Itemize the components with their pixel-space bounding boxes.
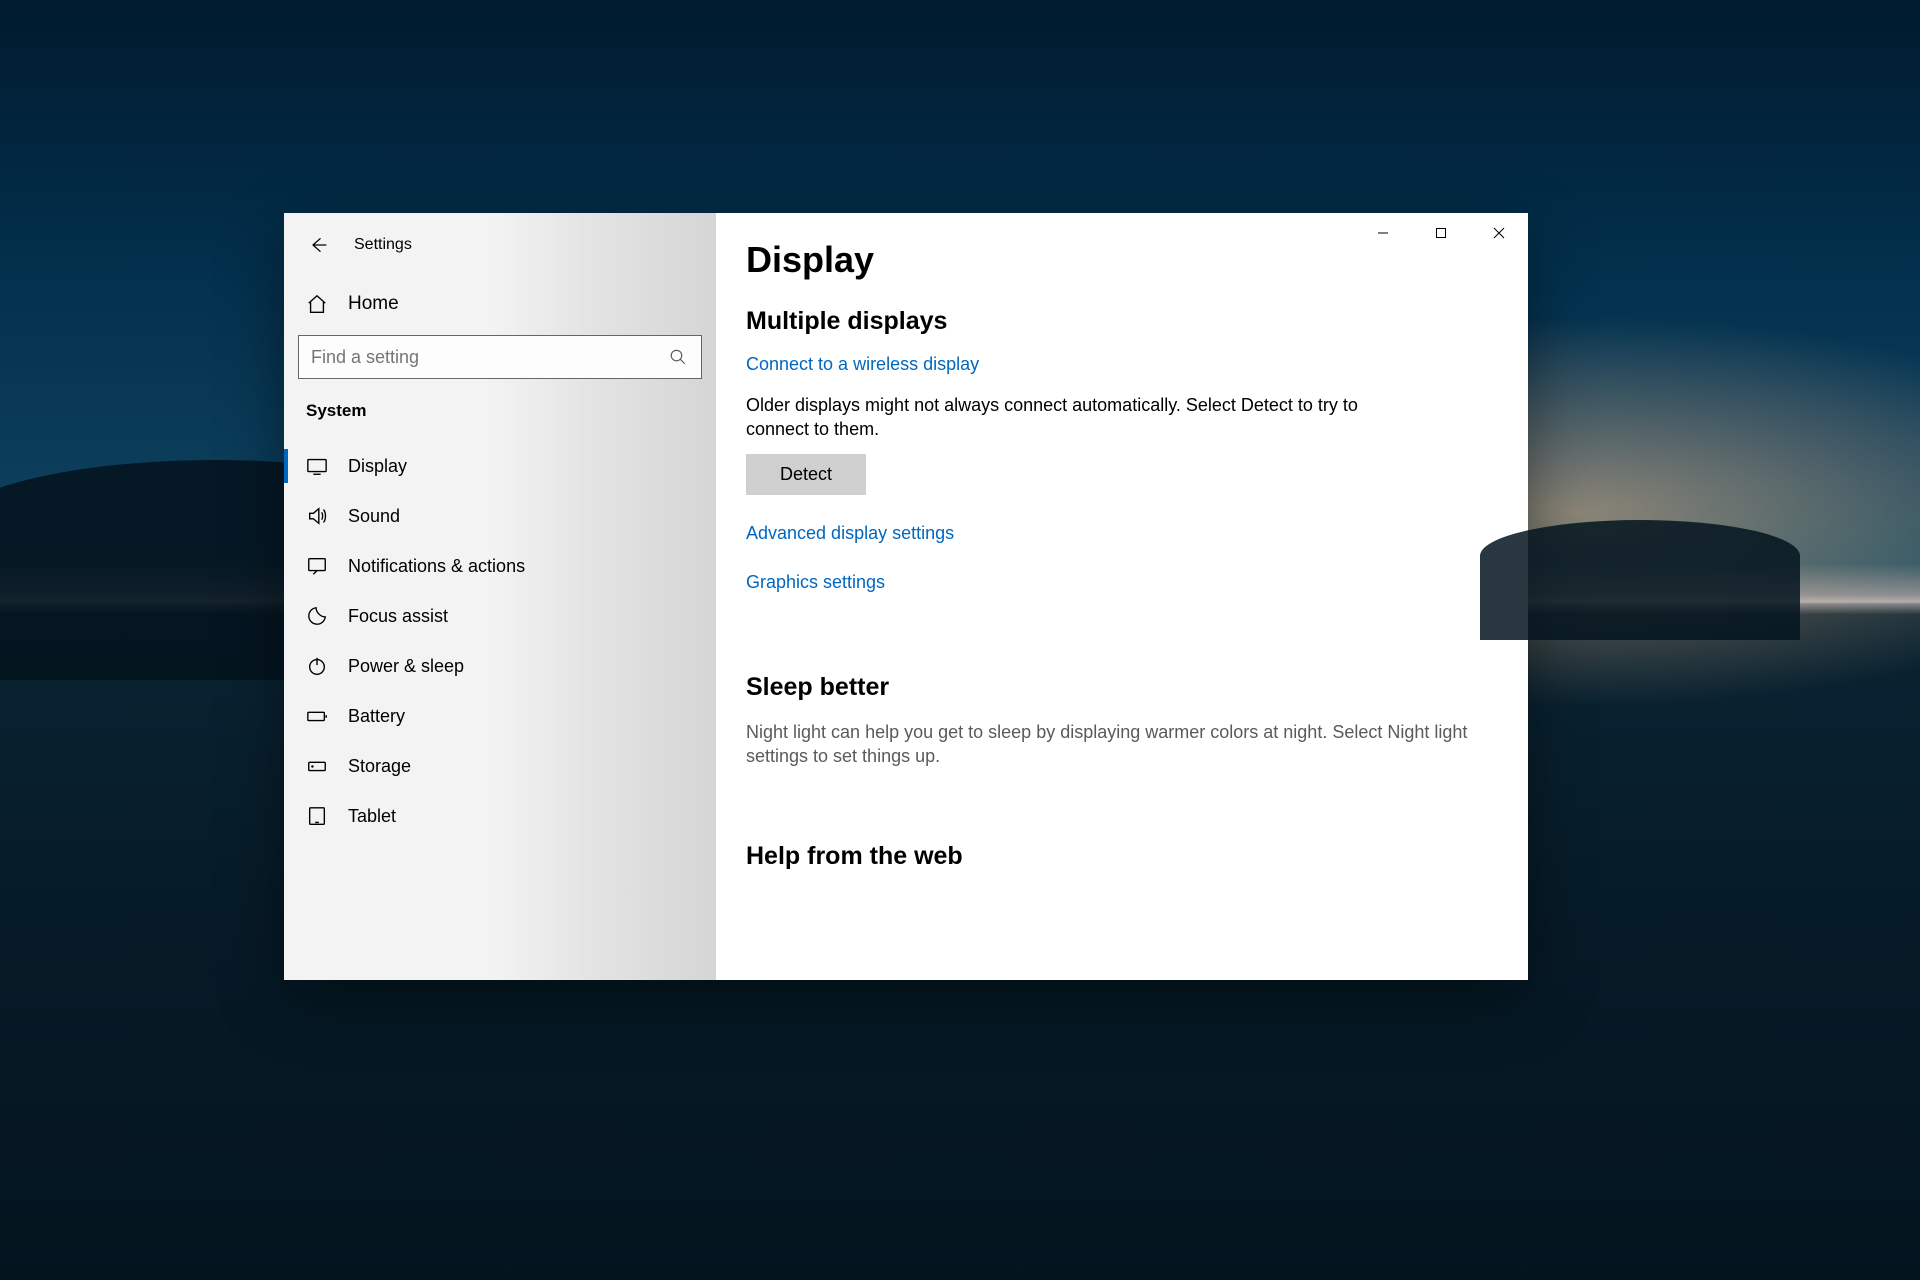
back-button[interactable] <box>306 233 330 257</box>
sidebar-item-sound[interactable]: Sound <box>284 491 716 541</box>
app-title: Settings <box>354 236 412 254</box>
sidebar-item-notifications[interactable]: Notifications & actions <box>284 541 716 591</box>
sidebar-item-label: Sound <box>348 506 400 527</box>
search-container <box>284 335 716 379</box>
link-advanced-display-settings[interactable]: Advanced display settings <box>746 523 954 544</box>
sound-icon <box>306 505 328 527</box>
sidebar-section-label: System <box>284 379 716 429</box>
home-icon <box>306 293 328 315</box>
sleep-better-description: Night light can help you get to sleep by… <box>746 720 1472 769</box>
titlebar: Settings <box>284 225 716 265</box>
sidebar-item-label: Display <box>348 456 407 477</box>
sidebar-item-display[interactable]: Display <box>284 441 716 491</box>
sidebar-item-power-sleep[interactable]: Power & sleep <box>284 641 716 691</box>
detect-description: Older displays might not always connect … <box>746 393 1366 442</box>
search-icon <box>667 346 689 368</box>
sidebar-item-storage[interactable]: Storage <box>284 741 716 791</box>
storage-icon <box>306 755 328 777</box>
sidebar-nav: Display Sound Notifications & actions <box>284 441 716 841</box>
sidebar-item-label: Power & sleep <box>348 656 464 677</box>
power-icon <box>306 655 328 677</box>
sidebar-item-label: Battery <box>348 706 405 727</box>
detect-button[interactable]: Detect <box>746 454 866 495</box>
minimize-icon <box>1377 227 1389 239</box>
search-box[interactable] <box>298 335 702 379</box>
link-connect-wireless-display[interactable]: Connect to a wireless display <box>746 354 979 375</box>
section-multiple-displays: Multiple displays <box>746 307 1472 336</box>
sidebar-item-battery[interactable]: Battery <box>284 691 716 741</box>
maximize-button[interactable] <box>1412 213 1470 253</box>
sidebar-home[interactable]: Home <box>284 281 716 327</box>
sidebar-item-label: Notifications & actions <box>348 556 525 577</box>
content-pane: Display Multiple displays Connect to a w… <box>716 213 1528 980</box>
window-controls <box>1354 213 1528 253</box>
battery-icon <box>306 705 328 727</box>
focus-assist-icon <box>306 605 328 627</box>
sidebar-item-label: Focus assist <box>348 606 448 627</box>
sidebar-item-label: Tablet <box>348 806 396 827</box>
close-button[interactable] <box>1470 213 1528 253</box>
tablet-icon <box>306 805 328 827</box>
desktop-wallpaper: Settings Home <box>0 0 1920 1280</box>
display-icon <box>306 455 328 477</box>
home-label: Home <box>348 293 399 315</box>
notifications-icon <box>306 555 328 577</box>
link-graphics-settings[interactable]: Graphics settings <box>746 572 885 593</box>
section-sleep-better: Sleep better <box>746 673 1472 702</box>
back-arrow-icon <box>308 235 328 255</box>
minimize-button[interactable] <box>1354 213 1412 253</box>
search-input[interactable] <box>311 347 667 368</box>
section-help-from-web: Help from the web <box>746 842 1472 871</box>
sidebar-item-tablet[interactable]: Tablet <box>284 791 716 841</box>
settings-window: Settings Home <box>284 213 1528 980</box>
maximize-icon <box>1435 227 1447 239</box>
sidebar-item-focus-assist[interactable]: Focus assist <box>284 591 716 641</box>
close-icon <box>1493 227 1505 239</box>
sidebar-item-label: Storage <box>348 756 411 777</box>
sidebar: Settings Home <box>284 213 716 980</box>
